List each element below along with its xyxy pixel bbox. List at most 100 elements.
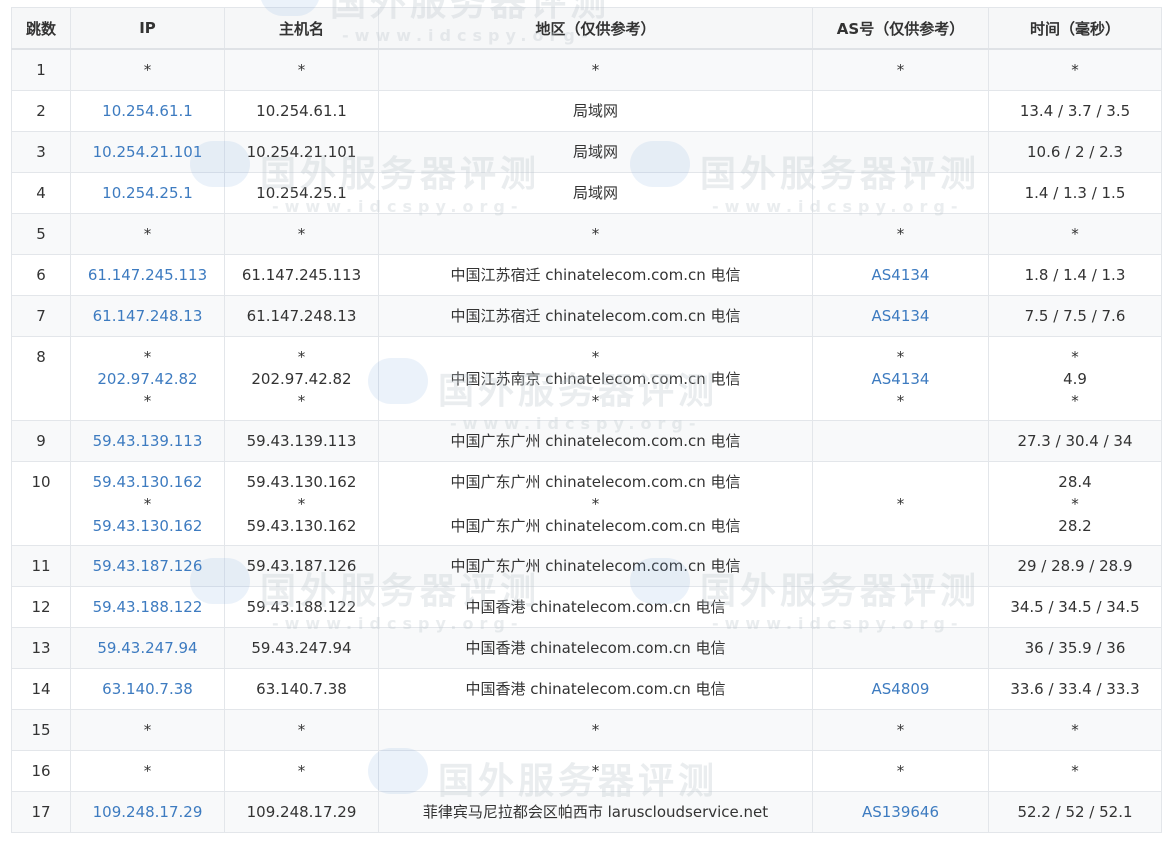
as-cell: * xyxy=(812,750,989,792)
time-value: 28.2 xyxy=(1058,517,1092,535)
ip-link[interactable]: 63.140.7.38 xyxy=(71,678,224,700)
ip-link[interactable]: 61.147.245.113 xyxy=(71,264,224,286)
time-cell: 13.4 / 3.7 / 3.5 xyxy=(988,90,1162,132)
ip-link[interactable]: 59.43.188.122 xyxy=(71,596,224,618)
header-hostname: 主机名 xyxy=(224,7,379,50)
time-value: 34.5 / 34.5 / 34.5 xyxy=(1010,598,1140,616)
hop-cell: 3 xyxy=(11,131,71,173)
region-value: 中国广东广州 chinatelecom.com.cn 电信 xyxy=(450,473,741,491)
region-cell: * xyxy=(378,709,813,751)
ip-value: * xyxy=(143,721,152,739)
time-cell: * xyxy=(988,48,1162,91)
ip-link[interactable]: 59.43.187.126 xyxy=(71,555,224,577)
time-value: * xyxy=(1071,61,1079,79)
ip-link[interactable]: 202.97.42.82 xyxy=(71,368,224,390)
ip-link[interactable]: 59.43.139.113 xyxy=(71,430,224,452)
region-cell: 中国江苏宿迁 chinatelecom.com.cn 电信 xyxy=(378,254,813,296)
header-time: 时间（毫秒） xyxy=(988,7,1162,50)
time-value: 27.3 / 30.4 / 34 xyxy=(1017,432,1133,450)
table-row: 17 109.248.17.29 109.248.17.29 菲律宾马尼拉都会区帕西市… xyxy=(11,791,1162,833)
region-cell: * xyxy=(378,213,813,255)
time-value: 13.4 / 3.7 / 3.5 xyxy=(1019,102,1131,120)
as-link[interactable]: AS139646 xyxy=(813,801,988,823)
time-cell: 1.8 / 1.4 / 1.3 xyxy=(988,254,1162,296)
host-value: 59.43.130.162 xyxy=(246,473,357,491)
region-value: * xyxy=(591,225,600,243)
ip-link[interactable]: 10.254.61.1 xyxy=(71,100,224,122)
hostname-cell: 59.43.139.113 xyxy=(224,420,379,462)
time-cell: 29 / 28.9 / 28.9 xyxy=(988,545,1162,587)
host-value: 109.248.17.29 xyxy=(246,803,357,821)
region-value: * xyxy=(591,762,600,780)
time-cell: 7.5 / 7.5 / 7.6 xyxy=(988,295,1162,337)
time-value: 36 / 35.9 / 36 xyxy=(1024,639,1126,657)
as-cell xyxy=(812,420,989,462)
table-row: 10 59.43.130.162 * 59.43.130.162 59.43.130.1… xyxy=(11,461,1162,546)
ip-link[interactable]: 59.43.247.94 xyxy=(71,637,224,659)
host-value: 59.43.247.94 xyxy=(251,639,352,657)
as-link[interactable]: AS4134 xyxy=(813,368,988,390)
time-value: 10.6 / 2 / 2.3 xyxy=(1027,143,1123,161)
time-value: * xyxy=(1071,762,1079,780)
ip-link[interactable]: 10.254.25.1 xyxy=(71,182,224,204)
hostname-cell: * xyxy=(224,48,379,91)
ip-cell: * 202.97.42.82 * xyxy=(70,336,225,421)
as-cell: * xyxy=(812,213,989,255)
host-value: * xyxy=(297,762,306,780)
table-row: 12 59.43.188.122 59.43.188.122 中国香港 chinate… xyxy=(11,586,1162,628)
ip-value: * xyxy=(143,61,152,79)
as-cell xyxy=(812,627,989,669)
as-link[interactable]: AS4809 xyxy=(813,678,988,700)
hop-cell: 14 xyxy=(11,668,71,710)
ip-cell: 63.140.7.38 xyxy=(70,668,225,710)
ip-cell: 59.43.247.94 xyxy=(70,627,225,669)
ip-link[interactable]: 59.43.130.162 xyxy=(71,515,224,537)
ip-value: * xyxy=(143,392,152,410)
header-region: 地区（仅供参考） xyxy=(378,7,813,50)
time-cell: 36 / 35.9 / 36 xyxy=(988,627,1162,669)
ip-link[interactable]: 61.147.248.13 xyxy=(71,305,224,327)
as-cell: AS4134 xyxy=(812,254,989,296)
ip-value: * xyxy=(143,495,152,513)
host-value: * xyxy=(297,392,306,410)
hop-cell: 8 xyxy=(11,336,71,421)
table-row: 9 59.43.139.113 59.43.139.113 中国广东广州 chinat… xyxy=(11,420,1162,462)
region-cell: 中国香港 chinatelecom.com.cn 电信 xyxy=(378,668,813,710)
hostname-cell: 59.43.187.126 xyxy=(224,545,379,587)
region-value: 中国香港 chinatelecom.com.cn 电信 xyxy=(465,598,726,616)
table-row: 14 63.140.7.38 63.140.7.38 中国香港 chinateleco… xyxy=(11,668,1162,710)
region-value: 局域网 xyxy=(572,102,618,120)
as-link[interactable]: AS4134 xyxy=(813,305,988,327)
time-value: 1.4 / 1.3 / 1.5 xyxy=(1024,184,1126,202)
ip-link[interactable]: 10.254.21.101 xyxy=(71,141,224,163)
as-cell: * xyxy=(812,709,989,751)
hostname-cell: * xyxy=(224,213,379,255)
header-ip: IP xyxy=(70,7,225,50)
host-value: * xyxy=(297,61,306,79)
as-value: * xyxy=(896,61,905,79)
ip-link[interactable]: 59.43.130.162 xyxy=(71,471,224,493)
header-as: AS号（仅供参考） xyxy=(812,7,989,50)
host-value: 10.254.25.1 xyxy=(256,184,347,202)
time-cell: * 4.9 * xyxy=(988,336,1162,421)
time-cell: 1.4 / 1.3 / 1.5 xyxy=(988,172,1162,214)
hop-cell: 11 xyxy=(11,545,71,587)
region-value: 中国江苏宿迁 chinatelecom.com.cn 电信 xyxy=(450,266,741,284)
ip-cell: 61.147.245.113 xyxy=(70,254,225,296)
as-cell: * AS4134 * xyxy=(812,336,989,421)
as-cell xyxy=(812,131,989,173)
hostname-cell: 10.254.25.1 xyxy=(224,172,379,214)
host-value: 202.97.42.82 xyxy=(251,370,352,388)
as-link[interactable]: AS4134 xyxy=(813,264,988,286)
region-cell: * xyxy=(378,48,813,91)
host-value: 61.147.248.13 xyxy=(246,307,357,325)
time-value: 29 / 28.9 / 28.9 xyxy=(1017,557,1133,575)
region-cell: 局域网 xyxy=(378,172,813,214)
region-cell: 中国江苏宿迁 chinatelecom.com.cn 电信 xyxy=(378,295,813,337)
host-value: * xyxy=(297,495,306,513)
ip-link[interactable]: 109.248.17.29 xyxy=(71,801,224,823)
ip-cell: 10.254.25.1 xyxy=(70,172,225,214)
hostname-cell: 63.140.7.38 xyxy=(224,668,379,710)
time-value: * xyxy=(1071,348,1079,366)
hop-cell: 9 xyxy=(11,420,71,462)
